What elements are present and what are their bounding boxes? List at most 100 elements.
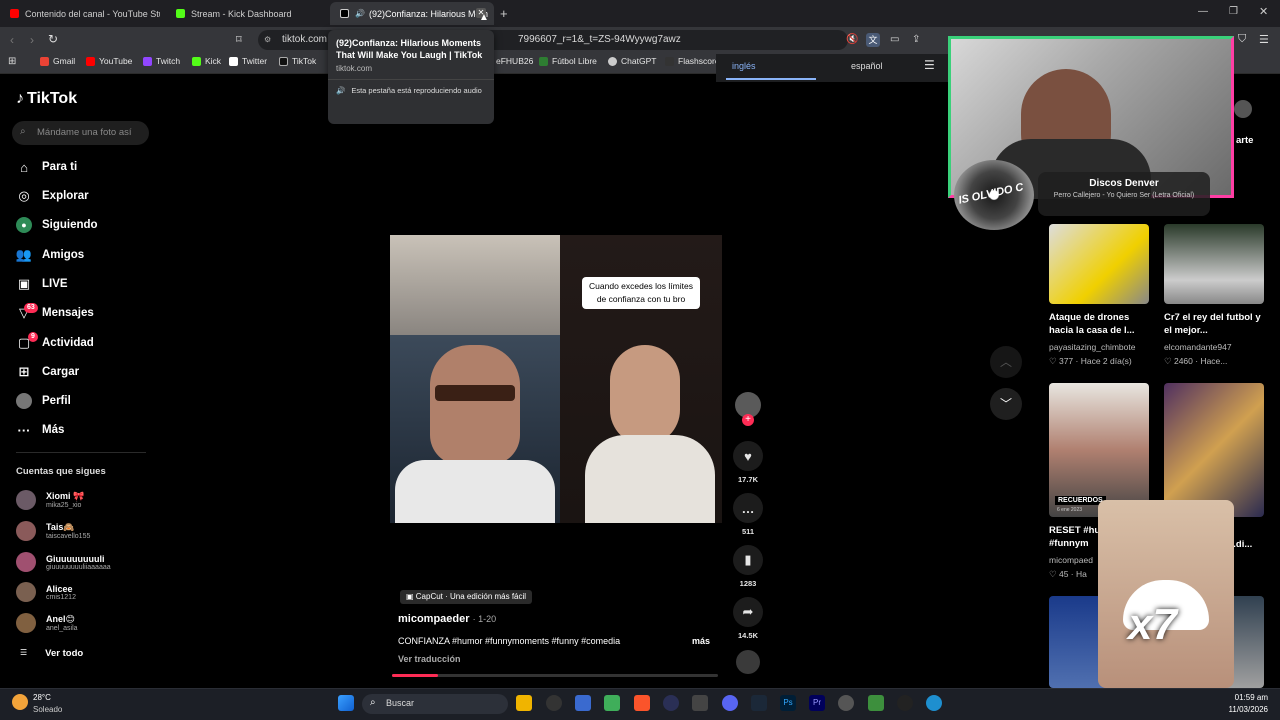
new-tab-icon[interactable]: + [500,6,508,21]
video-card-thumbnail[interactable] [1164,383,1264,517]
share-icon[interactable]: ⇪ [912,34,920,45]
discord-icon[interactable] [722,695,738,711]
following-item[interactable]: Tais🙈 taiscavello155 [16,521,90,541]
weather-sun-icon [12,694,28,710]
follow-plus-icon[interactable]: + [742,414,754,426]
bookmark-youtube[interactable]: YouTube [86,56,132,66]
menu-icon[interactable]: ☰ [1259,33,1269,46]
bookmark-kick[interactable]: Kick [192,56,221,66]
translate-from[interactable]: inglés [732,61,756,71]
close-window-icon[interactable]: ✕ [1259,5,1268,18]
user-avatar[interactable] [1234,100,1252,118]
following-item[interactable]: Giuuuuuuuuli giuuuuuuuuliiaaaaaa [16,552,111,572]
nav-mas[interactable]: ··· Más [16,422,65,438]
following-item[interactable]: Xiomi 🎀 mika25_xio [16,490,84,510]
see-translation-button[interactable]: Ver traducción [398,654,461,664]
nav-live[interactable]: ▣ LIVE [16,276,68,292]
nav-explorar[interactable]: ◎ Explorar [16,188,88,204]
forward-icon[interactable]: › [30,33,34,47]
person-right-shirt [585,435,715,523]
bookmark-twitch[interactable]: Twitch [143,56,180,66]
comment-button[interactable]: … 511 [733,493,763,536]
video-player[interactable]: Cuando excedes los límites de confianza … [390,235,722,523]
nav-perfil[interactable]: Perfil [16,393,71,409]
more-button[interactable]: más [692,636,710,646]
translate-to[interactable]: español [851,61,883,71]
tiktok-logo[interactable]: ♪ TikTok [16,90,77,108]
bookmark-chatgpt[interactable]: ChatGPT [608,56,656,66]
following-name: Xiomi 🎀 [46,491,85,501]
next-video-button[interactable]: ﹀ [990,388,1022,420]
nav-label: Amigos [42,249,85,261]
video-card-user[interactable]: micompaed [1049,555,1093,565]
premiere-icon[interactable]: Pr [809,695,825,711]
tab-youtube-studio[interactable]: Contenido del canal - YouTube Studio [0,2,160,25]
back-icon[interactable]: ‹ [10,33,14,47]
nav-siguiendo[interactable]: ● Siguiendo [16,217,98,233]
avatar [16,490,36,510]
calculator-icon[interactable] [692,695,708,711]
taskbar-search[interactable]: ⌕ Buscar [362,694,508,714]
capcut-tag[interactable]: ▣ CapCut · Una edición más fácil [400,590,533,604]
hover-card-domain: tiktok.com [336,64,373,73]
music-disc-icon[interactable] [736,650,760,674]
translate-menu-icon[interactable]: ☰ [924,58,935,72]
weather-temp[interactable]: 28°C [33,693,51,702]
bookmark-gmail[interactable]: Gmail [40,56,75,66]
reload-icon[interactable]: ↻ [48,32,58,46]
app-icon[interactable] [575,695,591,711]
shield-icon[interactable]: ⛉ [1238,33,1246,46]
search-input[interactable]: ⌕ Mándame una foto así [12,121,149,145]
video-card-title[interactable]: Ataque de drones hacia la casa de l... [1049,311,1149,337]
notepad-icon[interactable] [868,695,884,711]
mute-icon[interactable]: 🔇 [846,34,858,45]
settings-icon[interactable] [838,695,854,711]
like-button[interactable]: ♥ 17.7K [733,441,763,484]
video-card-thumbnail[interactable] [1049,224,1149,304]
video-card-thumbnail[interactable]: RECUERDOS 6 ene 2023 [1049,383,1149,517]
video-card-thumbnail[interactable] [1164,224,1264,304]
bookmark-futbol-libre[interactable]: Fútbol Libre [539,56,597,66]
bookmark-icon[interactable]: ⌑ [236,33,242,46]
clock-time[interactable]: 01:59 am [1228,693,1268,702]
save-button[interactable]: ▮ 1283 [733,545,763,588]
minimize-icon[interactable]: — [1198,6,1208,17]
share-button[interactable]: ➦ 14.5K [733,597,763,640]
weather-desc[interactable]: Soleado [33,705,62,714]
chatgpt-icon[interactable] [546,695,562,711]
cast-icon[interactable]: ▭ [890,34,899,45]
nav-amigos[interactable]: 👥 Amigos [16,247,84,263]
translate-icon[interactable]: 文 [866,33,880,47]
bookmark-tiktok[interactable]: TikTok [279,56,316,66]
following-item[interactable]: Anel😊 anel_asila [16,613,78,633]
steam-icon[interactable] [751,695,767,711]
windows-start-icon[interactable] [338,695,354,711]
see-all-button[interactable]: ☰ Ver todo [20,648,83,659]
video-card-user[interactable]: payasitazing_chimbote [1049,342,1135,352]
app-icon[interactable] [604,695,620,711]
brave-icon[interactable] [634,695,650,711]
nav-label: Para ti [42,161,78,173]
video-author[interactable]: micompaeder · 1-20 [398,613,496,625]
photoshop-icon[interactable]: Ps [780,695,796,711]
edge-icon[interactable] [926,695,942,711]
apps-icon[interactable]: ⊞ [8,56,16,67]
file-explorer-icon[interactable] [516,695,532,711]
bookmark-flashscore[interactable]: Flashscore [665,56,720,66]
bookmark-efhub[interactable]: eFHUB26 [496,56,533,66]
clock-date[interactable]: 11/03/2026 [1214,705,1268,714]
media-player-icon[interactable] [663,695,679,711]
capcut-label: CapCut · Una edición más fácil [415,592,527,601]
video-app-icon[interactable] [897,695,913,711]
prev-video-button[interactable]: ︿ [990,346,1022,378]
tab-kick-dashboard[interactable]: Stream - Kick Dashboard [166,2,326,25]
nav-cargar[interactable]: ⊞ Cargar [16,364,80,380]
nav-para-ti[interactable]: ⌂ Para ti [16,159,77,175]
tab-tiktok[interactable]: 🔊 (92)Confianza: Hilarious Mom [330,2,494,25]
maximize-icon[interactable]: ❐ [1229,6,1238,17]
video-card-title[interactable]: Cr7 el rey del futbol y el mejor... [1164,311,1264,337]
video-progress-bar[interactable] [392,674,718,677]
bookmark-twitter[interactable]: Twitter [229,56,267,66]
video-card-user[interactable]: elcomandante947 [1164,342,1232,352]
following-item[interactable]: Alicee cmis1212 [16,582,76,602]
